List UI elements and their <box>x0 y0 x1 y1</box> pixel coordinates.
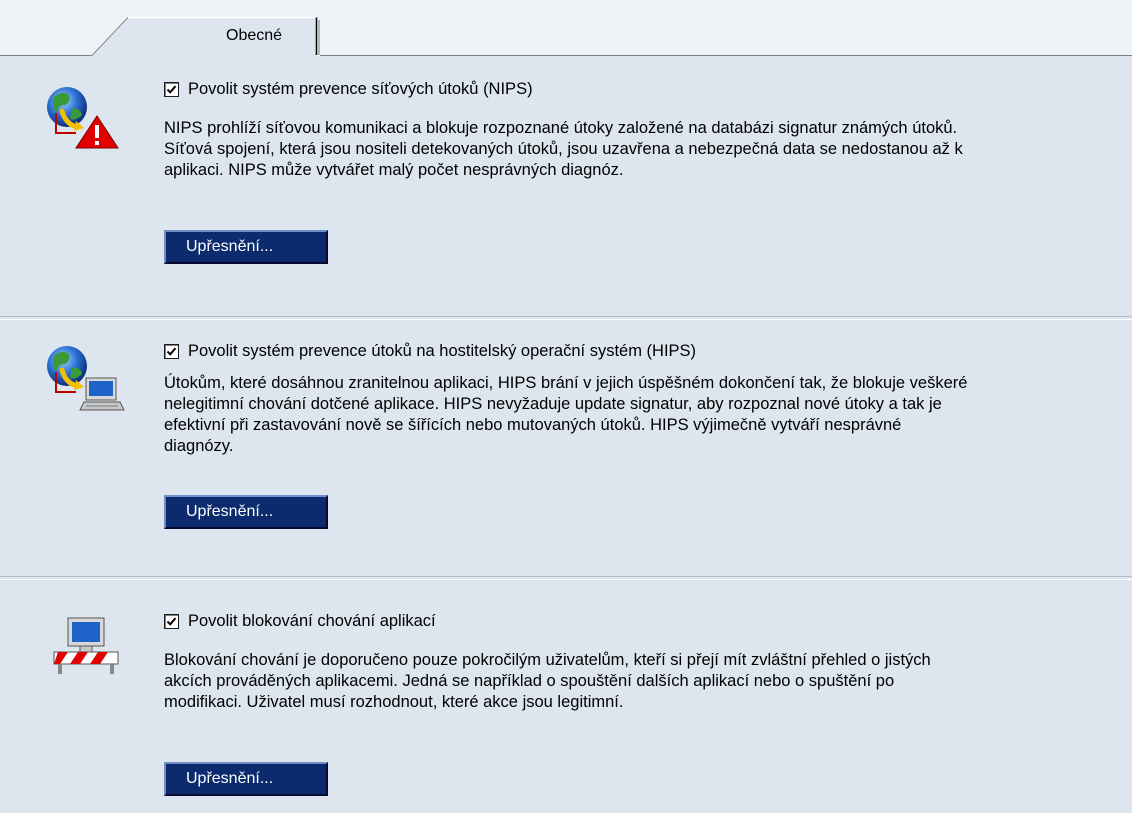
section-nips: Povolit systém prevence síťových útoků (… <box>0 56 1132 316</box>
tab-strip: Obecné <box>0 0 1132 56</box>
nips-advanced-button[interactable]: Upřesnění... <box>164 230 328 264</box>
behavior-description: Blokování chování je doporučeno pouze po… <box>164 651 931 711</box>
tab-obecne[interactable]: Obecné <box>226 27 282 45</box>
checkmark-icon <box>166 617 177 626</box>
section-behavior-blocking: Povolit blokování chování aplikací Bloko… <box>0 578 1132 813</box>
behavior-checkbox-label[interactable]: Povolit blokování chování aplikací <box>188 612 436 631</box>
hips-checkbox-label[interactable]: Povolit systém prevence útoků na hostite… <box>188 342 696 361</box>
section-hips: Povolit systém prevence útoků na hostite… <box>0 318 1132 576</box>
checkmark-icon <box>166 347 177 356</box>
globe-computer-icon <box>42 342 132 419</box>
behavior-advanced-button[interactable]: Upřesnění... <box>164 762 328 796</box>
hips-description: Útokům, které dosáhnou zranitelnou aplik… <box>164 374 968 455</box>
nips-description: NIPS prohlíží síťovou komunikaci a bloku… <box>164 119 963 179</box>
nips-checkbox-row[interactable]: Povolit systém prevence síťových útoků (… <box>164 80 533 99</box>
hips-checkbox[interactable] <box>164 344 179 359</box>
hips-checkbox-row[interactable]: Povolit systém prevence útoků na hostite… <box>164 342 696 361</box>
nips-checkbox-label[interactable]: Povolit systém prevence síťových útoků (… <box>188 80 533 99</box>
tab-strip-outline <box>0 0 1132 56</box>
behavior-checkbox[interactable] <box>164 614 179 629</box>
behavior-advanced-button-label: Upřesnění... <box>186 769 274 787</box>
nips-checkbox[interactable] <box>164 82 179 97</box>
globe-warning-icon <box>42 83 132 158</box>
checkmark-icon <box>166 85 177 94</box>
hips-advanced-button-label: Upřesnění... <box>186 502 274 520</box>
nips-advanced-button-label: Upřesnění... <box>186 237 274 255</box>
hips-advanced-button[interactable]: Upřesnění... <box>164 495 328 529</box>
behavior-checkbox-row[interactable]: Povolit blokování chování aplikací <box>164 612 436 631</box>
computer-barrier-icon <box>42 616 132 681</box>
